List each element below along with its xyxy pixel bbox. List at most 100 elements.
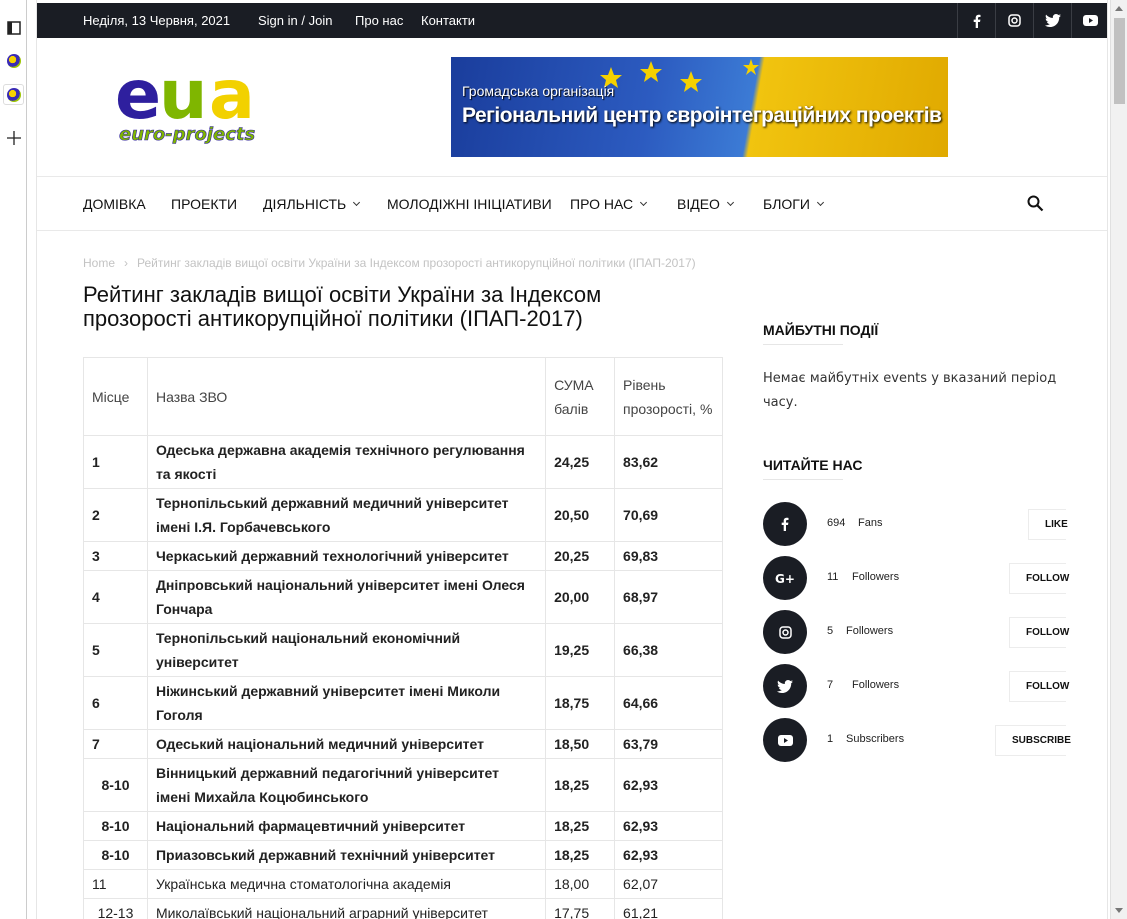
row-level: 66,38 [614, 623, 723, 677]
plus-icon [6, 130, 21, 145]
twitter-icon[interactable] [763, 664, 807, 708]
youtube-top-link[interactable] [1071, 3, 1107, 38]
social-label: Followers [852, 679, 900, 691]
header-level: Рівень прозорості, % [614, 357, 723, 436]
row-place: 5 [83, 623, 148, 677]
header-banner[interactable]: Громадська організація Регіональний цент… [451, 57, 948, 157]
nav-item-label: БЛОГИ [763, 196, 810, 212]
row-sum: 20,00 [545, 570, 616, 624]
row-level: 62,93 [614, 840, 723, 870]
row-name: Тернопільський національний економічний … [146, 623, 547, 677]
signin-link[interactable]: Sign in / Join [258, 13, 332, 28]
google-plus-icon[interactable]: G+ [763, 556, 807, 600]
social-count: 694 [827, 517, 846, 529]
nav-item-projects[interactable]: ПРОЕКТИ [171, 196, 237, 212]
breadcrumb-home[interactable]: Home [83, 256, 115, 270]
row-place: 8-10 [83, 758, 148, 812]
current-date: Неділя, 13 Червня, 2021 [83, 13, 231, 28]
nav-item-blogs[interactable]: БЛОГИ [763, 196, 824, 212]
scroll-down-icon[interactable] [1115, 908, 1123, 913]
page: Неділя, 13 Червня, 2021 Sign in / Join П… [36, 0, 1108, 919]
facebook-top-link[interactable] [957, 3, 995, 38]
social-action-button[interactable]: FOLLOW [1009, 563, 1069, 594]
row-name: Одеська державна академія технічного рег… [146, 435, 547, 489]
facebook-icon[interactable] [763, 502, 807, 546]
nav-item-label: ВІДЕО [677, 196, 720, 212]
nav-item-about[interactable]: ПРО НАС [570, 196, 648, 212]
youtube-icon [1083, 15, 1098, 26]
active-tab-favicon[interactable] [3, 84, 24, 105]
table-row: 8-10 Вінницький державний педагогічний ун… [83, 758, 723, 812]
new-tab-button[interactable] [3, 127, 24, 148]
row-place: 12-13 [83, 898, 148, 919]
social-counter-row: 694 Fans LIKE [763, 502, 1068, 546]
row-sum: 18,25 [545, 840, 616, 870]
table-row: 3 Черкаський державний технологічний унів… [83, 541, 723, 571]
twitter-top-link[interactable] [1033, 3, 1071, 38]
main-nav: ДОМІВКА ПРОЕКТИ ДІЯЛЬНІСТЬ МОЛОДІЖНІ ІНІ… [37, 176, 1107, 231]
row-name: Черкаський державний технологічний уніве… [146, 541, 547, 571]
youtube-icon[interactable] [763, 718, 807, 762]
table-body: 1 Одеська державна академія технічного ре… [83, 435, 723, 919]
sidebar: МАЙБУТНІ ПОДІЇ Немає майбутніх events у … [763, 322, 1071, 772]
events-widget-title: МАЙБУТНІ ПОДІЇ [763, 322, 879, 338]
table-row: 5 Тернопільський національний економічний… [83, 623, 723, 677]
social-action-button[interactable]: SUBSCRIBE [995, 725, 1071, 756]
page-title: Рейтинг закладів вищої освіти України за… [83, 282, 602, 331]
social-counter-row: 5 Followers FOLLOW [763, 610, 1069, 654]
svg-text:euro-projects: euro-projects [119, 124, 256, 145]
breadcrumb-separator: › [124, 256, 129, 270]
table-row: 4 Дніпровський національний університет і… [83, 570, 723, 624]
header-sum: СУМА балів [545, 357, 616, 436]
browser-sidebar [0, 0, 27, 919]
instagram-icon[interactable] [763, 610, 807, 654]
row-name: Вінницький державний педагогічний універ… [146, 758, 547, 812]
breadcrumb-current[interactable]: Рейтинг закладів вищої освіти України за… [137, 256, 696, 270]
social-count: 11 [827, 571, 839, 583]
row-place: 2 [83, 488, 148, 542]
scroll-up-icon[interactable] [1115, 6, 1123, 11]
social-count: 7 [827, 679, 834, 691]
svg-text:G+: G+ [775, 572, 795, 584]
social-label: Subscribers [846, 733, 905, 745]
nav-item-home[interactable]: ДОМІВКА [83, 196, 146, 212]
social-label: Followers [846, 625, 894, 637]
nav-item-youth-initiatives[interactable]: МОЛОДІЖНІ ІНІЦІАТИВИ [387, 196, 552, 212]
search-button[interactable] [1027, 195, 1044, 215]
row-sum: 18,00 [545, 869, 616, 899]
row-name: Ніжинський державний університет імені М… [146, 676, 547, 730]
table-row: 8-10 Національний фармацевтичний універси… [83, 811, 723, 841]
events-underline [763, 344, 843, 345]
instagram-top-link[interactable] [995, 3, 1033, 38]
social-action-button[interactable]: FOLLOW [1009, 617, 1069, 648]
scrollbar[interactable] [1110, 0, 1127, 919]
row-sum: 18,25 [545, 811, 616, 841]
tab-panel-icon[interactable] [3, 17, 24, 38]
social-action-button[interactable]: LIKE [1028, 509, 1068, 540]
row-place: 7 [83, 729, 148, 759]
pinned-tab-favicon[interactable] [3, 50, 24, 71]
row-sum: 18,75 [545, 676, 616, 730]
scroll-thumb[interactable] [1114, 18, 1125, 104]
nav-item-label: ПРОЕКТИ [171, 196, 238, 212]
social-counters: 694 Fans LIKE G+ 11 Followers FOLLOW 5 Followers… [763, 502, 1071, 772]
row-level: 62,07 [614, 869, 723, 899]
table-row: 8-10 Приазовський державний технічний уні… [83, 840, 723, 870]
about-link[interactable]: Про нас [355, 13, 403, 28]
row-sum: 20,25 [545, 541, 616, 571]
row-name: Національний фармацевтичний університет [146, 811, 547, 841]
table-row: 1 Одеська державна академія технічного ре… [83, 435, 723, 489]
site-logo[interactable]: e u a euro-projects [115, 56, 275, 150]
instagram-icon [1008, 14, 1021, 27]
row-name: Українська медична стоматологічна академ… [146, 869, 547, 899]
contacts-link[interactable]: Контакти [421, 13, 475, 28]
chevron-down-icon [726, 198, 734, 207]
row-name: Тернопільський державний медичний універ… [146, 488, 547, 542]
row-place: 11 [83, 869, 148, 899]
nav-item-activity[interactable]: ДІЯЛЬНІСТЬ [263, 196, 361, 212]
chevron-down-icon [640, 198, 648, 207]
social-action-button[interactable]: FOLLOW [1009, 671, 1069, 702]
row-level: 63,79 [614, 729, 723, 759]
nav-item-video[interactable]: ВІДЕО [677, 196, 734, 212]
header-name: Назва ЗВО [146, 357, 547, 436]
